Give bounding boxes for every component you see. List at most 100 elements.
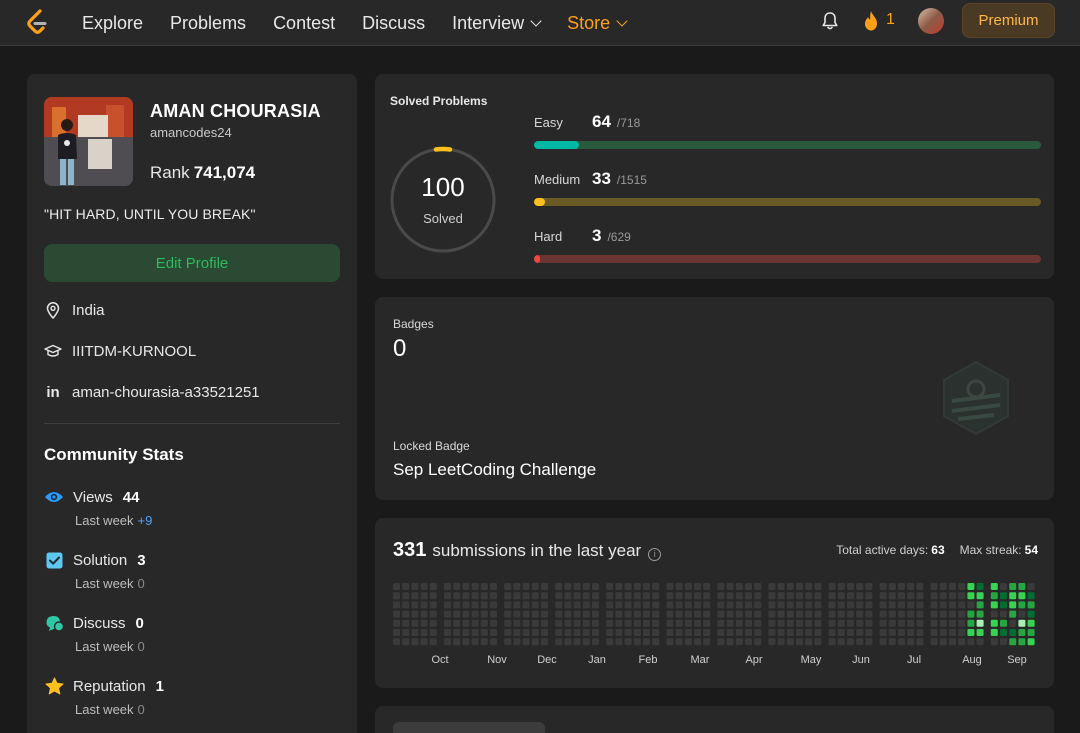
heatmap-cell[interactable] [420, 638, 428, 646]
heatmap-cell[interactable] [652, 638, 660, 646]
heatmap-cell[interactable] [684, 619, 692, 627]
heatmap-cell[interactable] [513, 601, 521, 609]
heatmap-cell[interactable] [393, 601, 400, 609]
heatmap-cell[interactable] [522, 601, 530, 609]
heatmap-cell[interactable] [564, 629, 572, 636]
heatmap-cell[interactable] [420, 601, 428, 609]
heatmap-cell[interactable] [828, 619, 836, 627]
heatmap-cell[interactable] [652, 601, 660, 609]
nav-contest[interactable]: Contest [273, 13, 335, 34]
heatmap-cell[interactable] [420, 592, 428, 600]
heatmap-cell[interactable] [633, 610, 641, 618]
heatmap-cell[interactable] [490, 601, 497, 609]
heatmap-cell[interactable] [411, 601, 419, 609]
heatmap-cell[interactable] [754, 619, 762, 627]
heatmap-cell[interactable] [976, 638, 984, 646]
heatmap-cell[interactable] [1018, 638, 1026, 646]
heatmap-cell[interactable] [717, 601, 725, 609]
heatmap-cell[interactable] [615, 583, 623, 590]
heatmap-cell[interactable] [847, 583, 854, 590]
heatmap-cell[interactable] [907, 619, 915, 627]
heatmap-cell[interactable] [814, 638, 822, 646]
heatmap-cell[interactable] [898, 619, 905, 627]
heatmap-cell[interactable] [1009, 601, 1017, 609]
heatmap-cell[interactable] [847, 601, 854, 609]
heatmap-cell[interactable] [1009, 610, 1017, 618]
heatmap-cell[interactable] [888, 583, 896, 590]
heatmap-cell[interactable] [615, 592, 623, 600]
heatmap-cell[interactable] [402, 638, 410, 646]
heatmap-cell[interactable] [675, 592, 683, 600]
heatmap-cell[interactable] [592, 610, 599, 618]
heatmap-cell[interactable] [990, 601, 998, 609]
heatmap-cell[interactable] [402, 601, 410, 609]
heatmap-cell[interactable] [796, 610, 803, 618]
heatmap-cell[interactable] [967, 592, 975, 600]
heatmap-cell[interactable] [531, 592, 539, 600]
heatmap-cell[interactable] [592, 638, 599, 646]
heatmap-cell[interactable] [531, 601, 539, 609]
heatmap-cell[interactable] [768, 638, 776, 646]
heatmap-cell[interactable] [805, 619, 813, 627]
heatmap-cell[interactable] [976, 601, 984, 609]
heatmap-cell[interactable] [444, 583, 451, 590]
heatmap-cell[interactable] [555, 638, 563, 646]
heatmap-cell[interactable] [531, 629, 539, 636]
heatmap-cell[interactable] [462, 619, 470, 627]
heatmap-cell[interactable] [958, 592, 966, 600]
heatmap-cell[interactable] [694, 583, 701, 590]
heatmap-cell[interactable] [471, 619, 479, 627]
heatmap-cell[interactable] [930, 638, 938, 646]
heatmap-cell[interactable] [865, 629, 873, 636]
heatmap-cell[interactable] [726, 601, 734, 609]
heatmap-cell[interactable] [726, 638, 734, 646]
heatmap-cell[interactable] [786, 619, 794, 627]
heatmap-cell[interactable] [633, 638, 641, 646]
heatmap-cell[interactable] [958, 619, 966, 627]
heatmap-cell[interactable] [967, 629, 975, 636]
heatmap-cell[interactable] [967, 638, 975, 646]
heatmap-cell[interactable] [444, 601, 451, 609]
heatmap-cell[interactable] [990, 629, 998, 636]
heatmap-cell[interactable] [768, 601, 776, 609]
heatmap-cell[interactable] [573, 610, 581, 618]
heatmap-cell[interactable] [930, 629, 938, 636]
heatmap-cell[interactable] [777, 638, 785, 646]
heatmap-cell[interactable] [939, 583, 947, 590]
heatmap-cell[interactable] [633, 619, 641, 627]
nav-problems[interactable]: Problems [170, 13, 246, 34]
heatmap-cell[interactable] [420, 583, 428, 590]
heatmap-cell[interactable] [480, 629, 488, 636]
nav-discuss[interactable]: Discuss [362, 13, 425, 34]
heatmap-cell[interactable] [420, 619, 428, 627]
heatmap-cell[interactable] [666, 619, 674, 627]
heatmap-cell[interactable] [541, 583, 548, 590]
heatmap-cell[interactable] [777, 601, 785, 609]
heatmap-cell[interactable] [555, 629, 563, 636]
heatmap-cell[interactable] [444, 592, 451, 600]
heatmap-cell[interactable] [606, 583, 614, 590]
heatmap-cell[interactable] [898, 629, 905, 636]
heatmap-cell[interactable] [856, 638, 864, 646]
heatmap-cell[interactable] [805, 629, 813, 636]
heatmap-cell[interactable] [828, 638, 836, 646]
heatmap-cell[interactable] [958, 583, 966, 590]
heatmap-cell[interactable] [958, 638, 966, 646]
heatmap-cell[interactable] [967, 619, 975, 627]
heatmap-cell[interactable] [745, 610, 752, 618]
heatmap-cell[interactable] [967, 610, 975, 618]
heatmap-cell[interactable] [504, 601, 512, 609]
nav-interview[interactable]: Interview [452, 13, 542, 34]
heatmap-cell[interactable] [916, 610, 924, 618]
heatmap-cell[interactable] [652, 592, 660, 600]
heatmap-cell[interactable] [1027, 583, 1035, 590]
heatmap-cell[interactable] [471, 592, 479, 600]
heatmap-cell[interactable] [1009, 629, 1017, 636]
heatmap-cell[interactable] [865, 601, 873, 609]
heatmap-cell[interactable] [814, 610, 822, 618]
heatmap-cell[interactable] [865, 583, 873, 590]
heatmap-cell[interactable] [865, 610, 873, 618]
heatmap-cell[interactable] [522, 638, 530, 646]
heatmap-cell[interactable] [837, 583, 845, 590]
heatmap-cell[interactable] [958, 629, 966, 636]
